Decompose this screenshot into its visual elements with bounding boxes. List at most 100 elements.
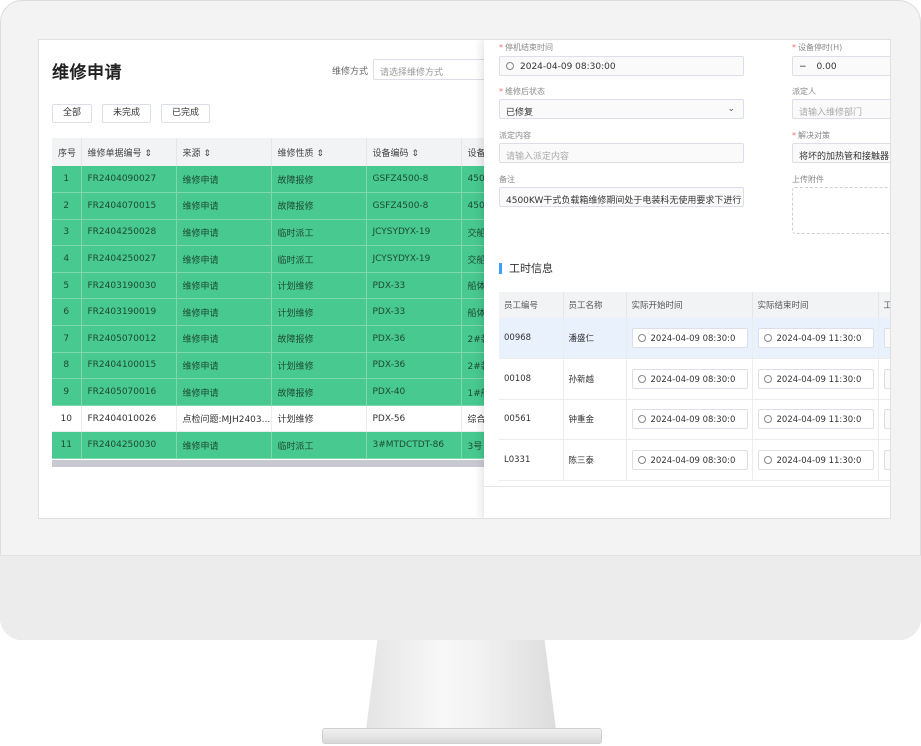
table-row[interactable]: 1 FR2404090027 维修申请 故障报修 GSFZ4500-8 4500 [52,166,522,194]
content-input[interactable]: 请输入派定内容 [499,143,744,163]
cell-nature: 临时派工 [271,431,367,460]
start-time-input[interactable]: 2024-04-09 08:30:0 [631,328,748,349]
cell-device-code: PDX-33 [366,272,462,300]
cell-repair-code: FR2403190030 [81,272,177,300]
table-row[interactable]: 8 FR2404100015 维修申请 计划维修 PDX-36 2#装 [52,352,522,380]
start-time-input[interactable]: 2024-04-09 08:30:0 [631,409,748,430]
downtime-stepper[interactable]: −0.00 [792,56,890,76]
start-time-value: 2024-04-09 08:30:0 [650,334,736,345]
cell-end-time: 2024-04-09 11:30:0 [752,358,879,400]
table-row[interactable]: 11 FR2404250030 维修申请 临时派工 3#MTDCTDT-86 3号 [52,431,522,460]
cell-source: 维修申请 [176,352,272,380]
cell-nature: 故障报修 [271,166,367,194]
col-header-start-time: 实际开始时间 [626,292,753,318]
start-time-input[interactable]: 2024-04-09 08:30:0 [631,368,748,389]
col-header-end-time: 实际结束时间 [752,292,879,318]
cell-nature: 临时派工 [271,219,367,247]
status-select[interactable]: 已修复 ⌄ [499,99,744,119]
end-time-input[interactable]: 2024-04-09 08:30:00 [499,56,744,76]
end-time-input[interactable]: 2024-04-09 11:30:0 [757,368,874,389]
col-header-source[interactable]: 来源 ⇕ [176,138,272,166]
cell-repair-code: FR2404070015 [81,192,177,220]
cell-repair-code: FR2405070016 [81,378,177,406]
start-time-input[interactable]: 2024-04-09 08:30:0 [631,450,748,471]
cell-row-number: 3 [52,219,82,247]
page-title: 维修申请 [52,63,122,83]
cell-employee-id: 00561 [499,399,564,441]
attachment-upload[interactable] [792,187,890,234]
monitor-chin [0,555,921,640]
table-row[interactable]: 7 FR2405070012 维修申请 故障报修 PDX-36 2#装 [52,325,522,353]
solution-input[interactable]: 将坏的加热管和接触器已 [792,143,890,163]
worktime-row[interactable]: L0331 陈三泰 2024-04-09 08:30:0 2024-04-09 11:… [499,439,890,481]
start-time-value: 2024-04-09 08:30:0 [650,415,736,426]
remark-input[interactable]: 4500KW干式负载箱维修期间处于电装科无使用要求下进行 [499,187,744,207]
col-header-code[interactable]: 维修单据编号 ⇕ [81,138,177,166]
end-time-value: 2024-04-09 11:30:0 [776,415,862,426]
cell-row-number: 7 [52,325,82,353]
repair-method-label: 维修方式 [332,67,369,77]
cell-device-code: JCYSYDYX-19 [366,219,462,247]
col-header-hours: 工 [878,292,890,318]
col-header-no: 序号 [52,138,82,166]
cell-row-number: 5 [52,272,82,300]
cell-nature: 故障报修 [271,192,367,220]
cell-start-time: 2024-04-09 08:30:0 [626,358,753,400]
cell-start-time: 2024-04-09 08:30:0 [626,318,753,360]
content-label: 派定内容 [499,131,531,140]
acceptor-input[interactable]: 请输入维修部门 [792,99,890,119]
cell-start-time: 2024-04-09 08:30:0 [626,399,753,441]
col-header-device[interactable]: 设备编码 ⇕ [366,138,462,166]
tab-all[interactable]: 全部 [52,104,93,123]
cell-nature: 故障报修 [271,325,367,353]
end-time-value: 2024-04-09 11:30:0 [776,456,862,467]
col-header-nature[interactable]: 维修性质 ⇕ [271,138,367,166]
cell-device-code: PDX-36 [366,352,462,380]
clock-icon [637,415,646,424]
cell-employee-id: 00108 [499,358,564,400]
table-horizontal-scrollbar[interactable] [52,460,522,467]
tab-finished[interactable]: 已完成 [161,104,211,123]
end-time-input[interactable]: 2024-04-09 11:30:0 [757,409,874,430]
cell-source: 维修申请 [176,272,272,300]
worktime-row[interactable]: 00968 潘盛仁 2024-04-09 08:30:0 2024-04-09 11:… [499,318,890,360]
end-time-input[interactable]: 2024-04-09 11:30:0 [757,328,874,349]
hours-input[interactable] [883,450,890,471]
cell-repair-code: FR2403190019 [81,298,177,327]
table-row[interactable]: 2 FR2404070015 维修申请 故障报修 GSFZ4500-8 4500 [52,192,522,220]
end-time-value: 2024-04-09 11:30:0 [776,334,862,345]
worktime-table: 员工编号 员工名称 实际开始时间 实际结束时间 工 00968潘盛仁 2024-0… [499,292,890,482]
table-row[interactable]: 6 FR2403190019 维修申请 计划维修 PDX-33 船体 [52,298,522,327]
table-row[interactable]: 10 FR2404010026 点检问题:MJH2403... 计划维修 PDX-56 综… [52,405,522,433]
table-row[interactable]: 9 FR2405070016 维修申请 故障报修 PDX-40 1#船 [52,378,522,406]
hours-input[interactable] [883,409,890,430]
end-time-input[interactable]: 2024-04-09 11:30:0 [757,450,874,471]
cell-source: 维修申请 [176,219,272,247]
hours-input[interactable] [883,328,890,349]
clock-icon [763,374,772,383]
table-row[interactable]: 5 FR2403190030 维修申请 计划维修 PDX-33 船体 [52,272,522,300]
section-title-worktime: 工时信息 [499,263,553,274]
cell-device-code: PDX-40 [366,378,462,406]
cell-source: 维修申请 [176,378,272,406]
cell-nature: 计划维修 [271,352,367,380]
cell-row-number: 6 [52,298,82,327]
tab-unfinished[interactable]: 未完成 [102,104,152,123]
repair-request-page: 维修申请 维修方式 请选择维修方式 全部 未完成 已完成 序号 维修单据编号 ⇕… [39,40,533,518]
clock-icon [763,334,772,343]
decrement-button[interactable]: − [799,62,807,72]
cell-row-number: 4 [52,245,82,273]
cell-end-time: 2024-04-09 11:30:0 [752,439,879,481]
col-header-employee-id: 员工编号 [499,292,564,318]
clock-icon [637,456,646,465]
cell-device-code: PDX-33 [366,298,462,327]
table-header-row: 序号 维修单据编号 ⇕ 来源 ⇕ 维修性质 ⇕ 设备编码 ⇕ 设备 [52,138,522,166]
table-row[interactable]: 3 FR2404250028 维修申请 临时派工 JCYSYDYX-19 交船 [52,219,522,247]
hours-input[interactable] [883,368,890,389]
worktime-row[interactable]: 00561 钟重金 2024-04-09 08:30:0 2024-04-09 11:… [499,399,890,441]
downtime-label: * 设备停时(H) [792,43,843,52]
cell-source: 点检问题:MJH2403... [176,405,272,433]
cell-nature: 计划维修 [271,405,367,433]
worktime-row[interactable]: 00108 孙新越 2024-04-09 08:30:0 2024-04-09 11:… [499,358,890,400]
table-row[interactable]: 4 FR2404250027 维修申请 临时派工 JCYSYDYX-19 交船 [52,245,522,273]
